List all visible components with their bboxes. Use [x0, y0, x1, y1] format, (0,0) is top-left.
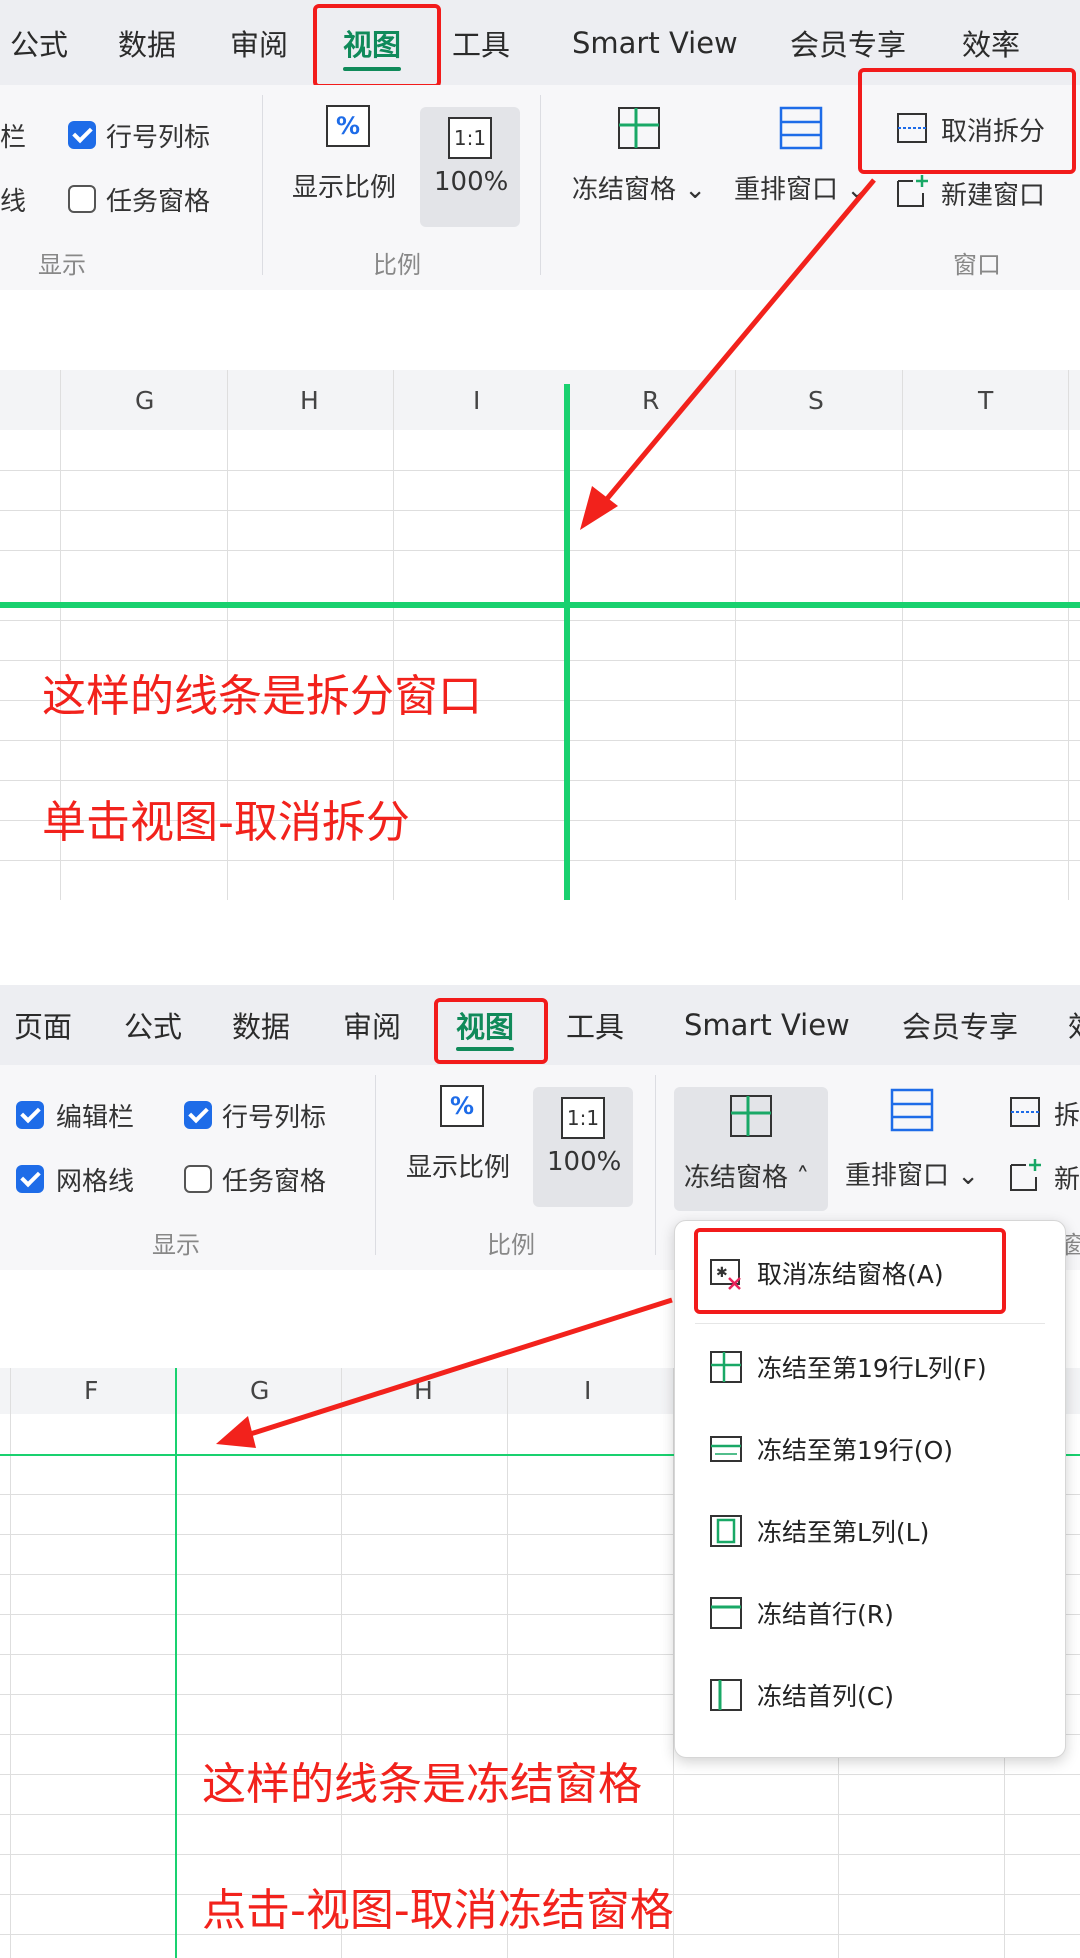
rearrange-windows-button[interactable]: 重排窗口 ⌄: [843, 1085, 993, 1205]
gridlines-checkbox-label: 网格线: [56, 1167, 135, 1197]
tab-efficiency-cut[interactable]: 效: [1068, 985, 1080, 1065]
gridlines-checkbox[interactable]: [16, 1165, 44, 1193]
freeze-panes-label: 冻结窗格 ˄: [684, 1163, 810, 1193]
tab-review[interactable]: 审阅: [343, 985, 401, 1065]
freeze-panes-icon: [730, 1095, 772, 1137]
freeze-panes-button[interactable]: 冻结窗格 ˄: [674, 1087, 828, 1211]
menu-freeze-col-label: 冻结至第L列(L): [757, 1518, 930, 1547]
split-window-icon: [1010, 1097, 1040, 1127]
red-arrow-panel2: [216, 1297, 673, 1448]
annotation-cancel-freeze: 点击-视图-取消冻结窗格: [202, 1885, 674, 1936]
menu-freeze-first-row-label: 冻结首行(R): [757, 1600, 894, 1629]
rearrange-windows-icon: [890, 1088, 934, 1132]
taskpane-checkbox-label: 任务窗格: [222, 1167, 327, 1197]
tab-smart-view[interactable]: Smart View: [684, 985, 850, 1065]
zoom-button[interactable]: % 显示比例: [404, 1085, 520, 1195]
freeze-col-icon: [710, 1515, 742, 1547]
new-window-button-cut[interactable]: 新: [1008, 1155, 1080, 1201]
taskpane-checkbox[interactable]: [184, 1165, 212, 1193]
rearrange-windows-label: 重排窗口 ⌄: [845, 1161, 980, 1191]
split-window-label: 拆: [1054, 1101, 1080, 1131]
tab-page[interactable]: 页面: [14, 985, 72, 1065]
annotation-freeze-line: 这样的线条是冻结窗格: [202, 1759, 642, 1810]
freeze-first-col-icon: [710, 1679, 742, 1711]
menu-freeze-first-col[interactable]: 冻结首列(C): [709, 1677, 894, 1713]
rowcol-checkbox[interactable]: [184, 1101, 212, 1129]
new-window-label: 新: [1054, 1165, 1080, 1195]
rearrange-windows-text: 重排窗口: [845, 1161, 950, 1191]
highlight-view-tab: [434, 998, 548, 1064]
zoom-100-button[interactable]: 1:1 100%: [533, 1087, 633, 1207]
one-to-one-icon: 1:1: [561, 1097, 605, 1139]
zoom-label: 显示比例: [406, 1153, 511, 1183]
rowcol-checkbox-label: 行号列标: [222, 1103, 327, 1133]
split-window-button-cut[interactable]: 拆: [1008, 1091, 1080, 1137]
editbar-checkbox-label: 编辑栏: [56, 1103, 135, 1133]
red-arrow-panel1: [580, 178, 876, 530]
menu-freeze-first-row[interactable]: 冻结首行(R): [709, 1595, 894, 1631]
separator: [375, 1075, 376, 1255]
grid-line: [0, 1854, 1080, 1855]
menu-freeze-first-col-label: 冻结首列(C): [757, 1682, 894, 1711]
freeze-first-row-icon: [710, 1597, 742, 1629]
new-window-icon: [1010, 1159, 1041, 1191]
tab-member[interactable]: 会员专享: [902, 985, 1018, 1065]
tab-tools[interactable]: 工具: [566, 985, 624, 1065]
tab-formula[interactable]: 公式: [124, 985, 182, 1065]
separator: [655, 1075, 656, 1255]
zoom-100-label: 100%: [547, 1147, 622, 1177]
editbar-checkbox[interactable]: [16, 1101, 44, 1129]
menu-freeze-col[interactable]: 冻结至第L列(L): [709, 1513, 929, 1549]
percent-icon: %: [440, 1085, 484, 1127]
freeze-panes-text: 冻结窗格: [684, 1163, 789, 1193]
grid-line: [0, 1814, 1080, 1815]
tab-data[interactable]: 数据: [232, 985, 290, 1065]
